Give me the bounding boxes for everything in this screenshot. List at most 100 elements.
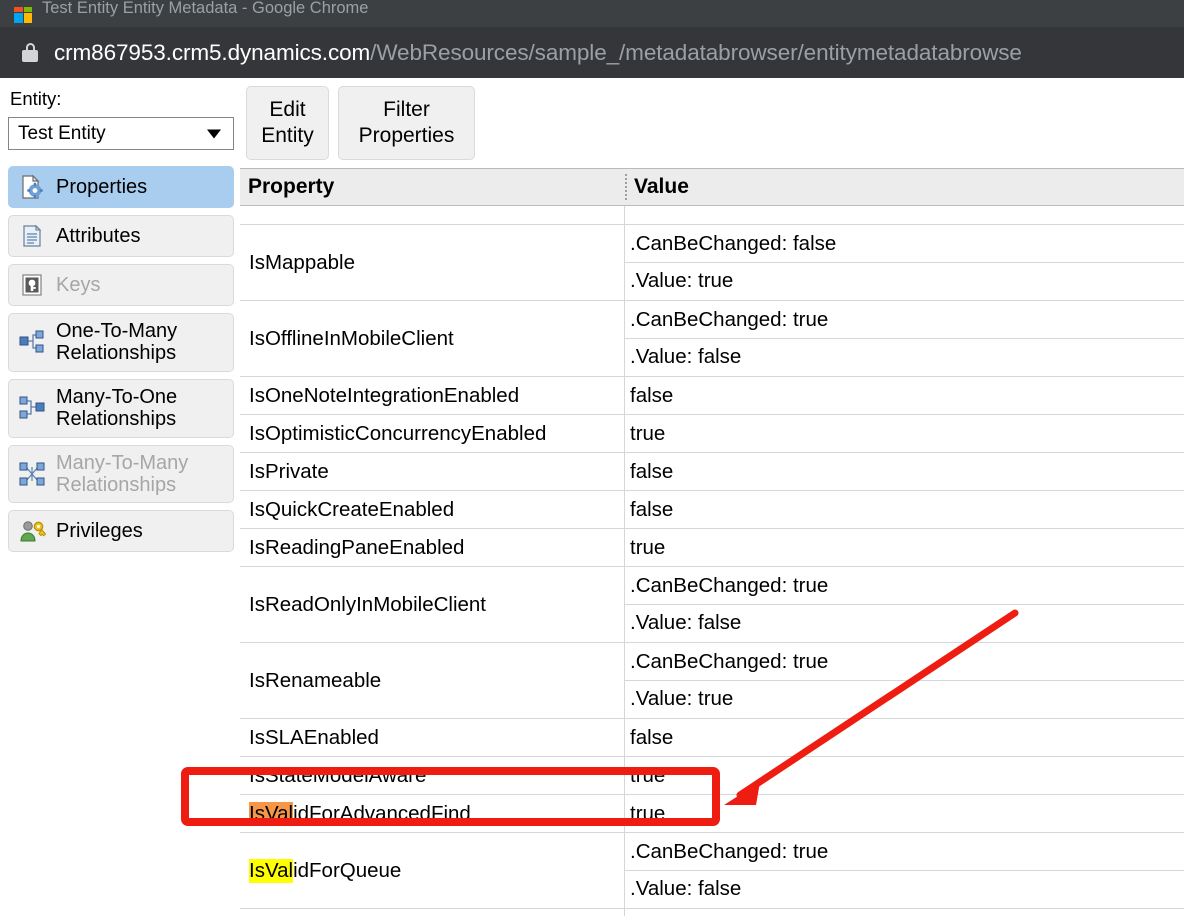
browser-title-bar: Test Entity Entity Metadata - Google Chr… <box>0 0 1184 27</box>
filter-properties-button[interactable]: Filter Properties <box>338 86 475 160</box>
table-cell-value-line: true <box>630 801 666 825</box>
sidebar-item-privileges[interactable]: Privileges <box>8 510 234 553</box>
table-row[interactable]: IsSLAEnabled false <box>240 719 1184 757</box>
search-match-highlight: IsVal <box>249 858 294 883</box>
document-lines-icon <box>17 222 47 250</box>
table-cell-value-line: .CanBeChanged: true <box>630 839 829 863</box>
table-cell-value-line: false <box>630 459 674 483</box>
table-cell-value-line: .CanBeChanged: true <box>630 649 829 673</box>
table-cell-value-line: .CanBeCha <box>625 909 1184 916</box>
table-cell-value: false <box>625 491 1184 528</box>
table-cell-value-line: true <box>630 763 666 787</box>
table-cell-property: IsReadOnlyInMobileClient <box>240 567 625 642</box>
table-cell-value: .CanBeChanged: true .Value: false <box>625 301 1184 376</box>
table-cell-value: false <box>625 719 1184 756</box>
many-to-one-icon <box>17 394 47 422</box>
table-row[interactable]: IsReadOnlyInMobileClient .CanBeChanged: t… <box>240 567 1184 643</box>
table-cell-value-line: .Value: false <box>625 870 1184 907</box>
table-cell-value: true <box>625 415 1184 452</box>
table-cell-property: IsReadingPaneEnabled <box>240 529 625 566</box>
page-content: Entity: Test Entity Properties Attribute… <box>0 78 1184 916</box>
table-row[interactable]: IsStateModelAware true <box>240 757 1184 795</box>
entity-select-value: Test Entity <box>18 122 106 144</box>
table-cell-property: IsSLAEnabled <box>240 719 625 756</box>
table-row[interactable]: IsOptimisticConcurrencyEnabled true <box>240 415 1184 453</box>
document-gear-icon <box>17 173 47 201</box>
microsoft-dynamics-logo-icon <box>14 6 32 23</box>
sidebar-item-properties[interactable]: Properties <box>8 166 234 208</box>
table-cell-value: .CanBeChanged: true .Value: false <box>625 833 1184 908</box>
search-match-highlight: IsVal <box>249 801 294 826</box>
entity-label: Entity: <box>10 88 62 109</box>
edit-entity-button[interactable]: Edit Entity <box>246 86 329 160</box>
table-cell-property: IsQuickCreateEnabled <box>240 491 625 528</box>
table-row[interactable]: IsOfflineInMobileClient .CanBeChanged: tr… <box>240 301 1184 377</box>
table-cell-value: .CanBeCha <box>625 909 1184 916</box>
toolbar: Edit Entity Filter Properties <box>246 86 475 160</box>
sidebar-item-label: Privileges <box>56 520 143 543</box>
many-to-many-icon <box>17 460 47 488</box>
lock-icon <box>22 43 38 62</box>
table-cell-value-line: false <box>630 725 674 749</box>
sidebar-item-many-to-many-relationships[interactable]: Many-To-Many Relationships <box>8 444 234 504</box>
properties-table: Property Value IsMappable .CanBeChanged: … <box>240 168 1184 916</box>
table-row[interactable]: IsRenameable .CanBeChanged: true .Value: t… <box>240 643 1184 719</box>
table-cell-value-line: true <box>630 535 666 559</box>
table-row[interactable]: IsVal idForAdvancedFind true <box>240 795 1184 833</box>
table-cell-value-line: .CanBeChanged: true <box>630 307 829 331</box>
table-cell-value-line: .Value: false <box>625 338 1184 375</box>
table-cell-value-line: false <box>630 383 674 407</box>
url-text[interactable]: crm867953.crm5.dynamics.com/WebResources… <box>54 40 1022 66</box>
table-cell-value: false <box>625 377 1184 414</box>
table-cell-property: IsMappable <box>240 225 625 300</box>
table-cell-value-line: .Value: true <box>625 262 1184 299</box>
table-cell-value: false <box>625 453 1184 490</box>
browser-url-bar[interactable]: crm867953.crm5.dynamics.com/WebResources… <box>0 27 1184 78</box>
key-box-icon <box>17 271 47 299</box>
table-cell-property: IsOneNoteIntegrationEnabled <box>240 377 625 414</box>
table-row[interactable]: IsOneNoteIntegrationEnabled false <box>240 377 1184 415</box>
table-row[interactable]: IsQuickCreateEnabled false <box>240 491 1184 529</box>
table-cell-value: .CanBeChanged: true .Value: false <box>625 567 1184 642</box>
table-cell-property: IsOfflineInMobileClient <box>240 301 625 376</box>
sidebar-item-attributes[interactable]: Attributes <box>8 215 234 257</box>
browser-tab-title: Test Entity Entity Metadata - Google Chr… <box>42 0 369 17</box>
table-cell-value-line <box>625 206 1184 224</box>
table-cell-value <box>625 206 1184 224</box>
table-cell-value-line: .CanBeChanged: true <box>630 573 829 597</box>
table-row[interactable]: IsPrivate false <box>240 453 1184 491</box>
table-cell-value: true <box>625 795 1184 832</box>
column-resize-handle[interactable] <box>625 174 627 200</box>
table-cell-value-line: false <box>630 497 674 521</box>
table-cell-property: IsRenameable <box>240 643 625 718</box>
entity-select[interactable]: Test Entity <box>8 117 234 150</box>
table-cell-value-line: .Value: true <box>625 680 1184 717</box>
table-row[interactable] <box>240 206 1184 225</box>
sidebar-item-label: Attributes <box>56 224 141 247</box>
table-cell-property: IsStateModelAware <box>240 757 625 794</box>
sidebar-item-many-to-one-relationships[interactable]: Many-To-One Relationships <box>8 378 234 438</box>
sidebar-item-label: Keys <box>56 273 101 296</box>
sidebar-item-label: One-To-Many Relationships <box>56 320 178 365</box>
table-body: IsMappable .CanBeChanged: false .Value: tr… <box>240 206 1184 916</box>
left-panel: Entity: Test Entity Properties Attribute… <box>0 78 240 916</box>
table-cell-property <box>240 206 625 224</box>
table-row[interactable]: .CanBeCha <box>240 909 1184 916</box>
table-cell-property: IsVal idForAdvancedFind <box>240 795 625 832</box>
sidebar-item-label: Many-To-One Relationships <box>56 385 178 431</box>
sidebar-item-one-to-many-relationships[interactable]: One-To-Many Relationships <box>8 313 234 372</box>
url-host: crm867953.crm5.dynamics.com <box>54 39 371 65</box>
column-header-value[interactable]: Value <box>634 175 689 199</box>
url-path: /WebResources/sample_/metadatabrowser/en… <box>370 39 1022 65</box>
table-cell-value-line: true <box>630 421 666 445</box>
sidebar-item-keys[interactable]: Keys <box>8 264 234 306</box>
table-cell-value: .CanBeChanged: true .Value: true <box>625 643 1184 718</box>
column-header-property[interactable]: Property <box>240 175 625 199</box>
table-cell-value: true <box>625 757 1184 794</box>
table-rows-container: IsMappable .CanBeChanged: false .Value: tr… <box>240 206 1184 916</box>
one-to-many-icon <box>17 328 47 356</box>
table-row[interactable]: IsMappable .CanBeChanged: false .Value: tr… <box>240 225 1184 301</box>
table-row[interactable]: IsReadingPaneEnabled true <box>240 529 1184 567</box>
sidebar-item-label: Properties <box>56 175 148 198</box>
table-row[interactable]: IsVal idForQueue .CanBeChanged: true .Value… <box>240 833 1184 909</box>
